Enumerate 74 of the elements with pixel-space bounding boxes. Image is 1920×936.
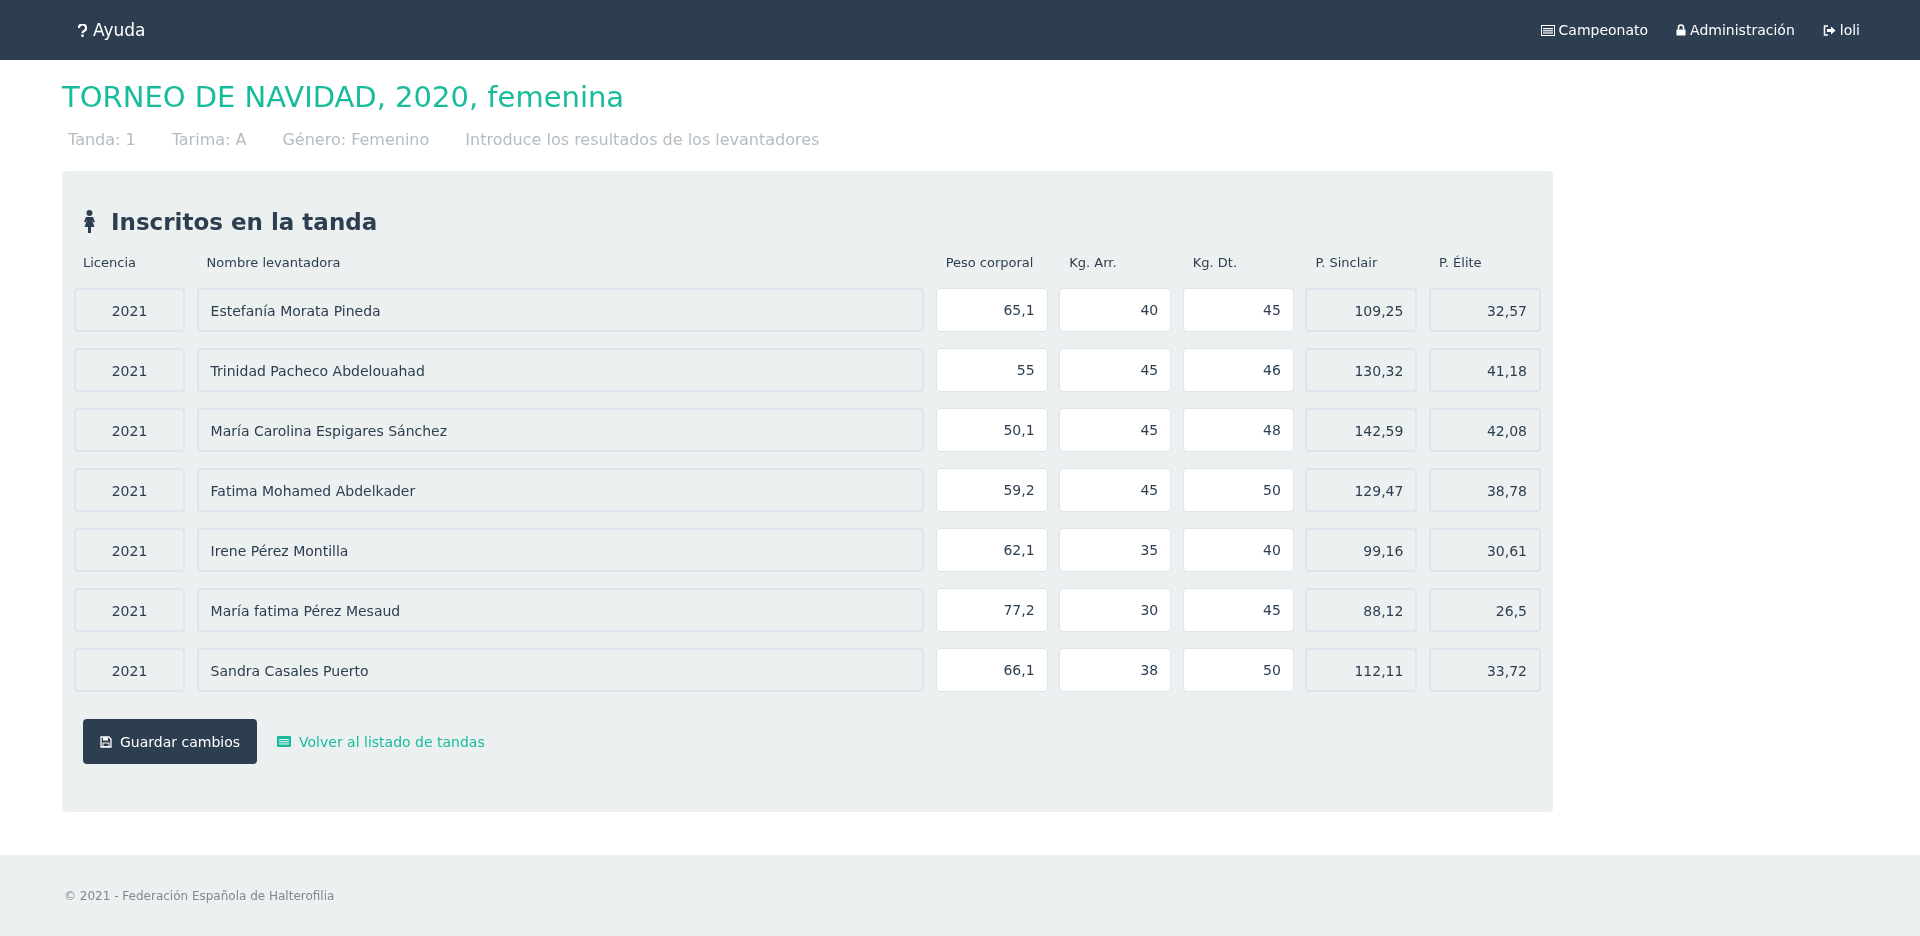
- number-input[interactable]: 35: [1059, 528, 1172, 572]
- number-input[interactable]: 45: [1182, 288, 1294, 332]
- number-input[interactable]: 45: [1182, 588, 1294, 632]
- column-header: Kg. Dt.: [1191, 255, 1239, 270]
- readonly-field: 41,18: [1429, 348, 1541, 392]
- readonly-field: 99,16: [1305, 528, 1418, 572]
- list-icon: [1540, 24, 1555, 36]
- readonly-field: María Carolina Espigares Sánchez: [196, 408, 925, 452]
- column-header: P. Sinclair: [1314, 255, 1379, 270]
- nav-link[interactable]: Administración: [1676, 22, 1795, 38]
- readonly-field: 2021: [74, 348, 185, 392]
- readonly-field: 142,59: [1305, 408, 1418, 452]
- number-input[interactable]: 45: [1059, 408, 1172, 452]
- number-input[interactable]: 62,1: [935, 528, 1048, 572]
- readonly-field: 112,11: [1305, 648, 1418, 692]
- readonly-field: 26,5: [1429, 588, 1541, 632]
- help-link[interactable]: Ayuda: [78, 20, 146, 40]
- number-input[interactable]: 65,1: [935, 288, 1048, 332]
- readonly-field: 2021: [74, 588, 185, 632]
- woman-icon: [82, 210, 97, 234]
- readonly-field: 32,57: [1429, 288, 1541, 332]
- subtitle-text: Género: Femenino: [282, 130, 430, 149]
- readonly-field: 88,12: [1305, 588, 1418, 632]
- readonly-field: 2021: [74, 648, 185, 692]
- number-input[interactable]: 40: [1182, 528, 1294, 572]
- logout-icon: [1822, 24, 1836, 36]
- column-header: Kg. Arr.: [1068, 255, 1118, 270]
- readonly-field: Fatima Mohamed Abdelkader: [196, 468, 925, 512]
- nav-link[interactable]: Campeonato: [1540, 22, 1649, 38]
- number-input[interactable]: 50: [1182, 468, 1294, 512]
- readonly-field: 38,78: [1429, 468, 1541, 512]
- readonly-field: Estefanía Morata Pineda: [196, 288, 925, 332]
- panel-heading: Inscritos en la tanda: [111, 209, 378, 235]
- page-title: TORNEO DE NAVIDAD, 2020, femenina: [62, 80, 626, 114]
- number-input[interactable]: 50,1: [935, 408, 1048, 452]
- subtitle-text: Introduce los resultados de los levantadores: [465, 130, 820, 149]
- column-header: P. Élite: [1438, 255, 1483, 270]
- number-input[interactable]: 40: [1059, 288, 1172, 332]
- nav-link[interactable]: loli: [1822, 22, 1860, 38]
- readonly-field: Sandra Casales Puerto: [196, 648, 925, 692]
- number-input[interactable]: 50: [1182, 648, 1294, 692]
- number-input[interactable]: 55: [935, 348, 1048, 392]
- readonly-field: 42,08: [1429, 408, 1541, 452]
- number-input[interactable]: 48: [1182, 408, 1294, 452]
- copyright-text: © 2021 - Federación Española de Halterofilia: [64, 888, 335, 903]
- readonly-field: 109,25: [1305, 288, 1418, 332]
- number-input[interactable]: 45: [1059, 468, 1172, 512]
- number-input[interactable]: 45: [1059, 348, 1172, 392]
- list-icon: [277, 736, 292, 747]
- column-header: Nombre levantadora: [205, 255, 342, 270]
- number-input[interactable]: 46: [1182, 348, 1294, 392]
- number-input[interactable]: 30: [1059, 588, 1172, 632]
- subtitle-text: Tanda: 1: [68, 130, 136, 149]
- column-header: Peso corporal: [944, 255, 1035, 270]
- number-input[interactable]: 59,2: [935, 468, 1048, 512]
- column-header: Licencia: [82, 255, 137, 270]
- subtitle-text: Tarima: A: [171, 130, 247, 149]
- readonly-field: 30,61: [1429, 528, 1541, 572]
- readonly-field: 2021: [74, 288, 185, 332]
- readonly-field: María fatima Pérez Mesaud: [196, 588, 925, 632]
- save-button[interactable]: Guardar cambios: [83, 719, 258, 764]
- readonly-field: 130,32: [1305, 348, 1418, 392]
- readonly-field: Trinidad Pacheco Abdelouahad: [196, 348, 925, 392]
- help-icon: [78, 23, 87, 37]
- readonly-field: 2021: [74, 408, 185, 452]
- number-input[interactable]: 66,1: [935, 648, 1048, 692]
- readonly-field: 2021: [74, 528, 185, 572]
- lock-icon: [1676, 24, 1687, 36]
- readonly-field: Irene Pérez Montilla: [196, 528, 925, 572]
- readonly-field: 2021: [74, 468, 185, 512]
- readonly-field: 129,47: [1305, 468, 1418, 512]
- number-input[interactable]: 38: [1059, 648, 1172, 692]
- number-input[interactable]: 77,2: [935, 588, 1048, 632]
- readonly-field: 33,72: [1429, 648, 1541, 692]
